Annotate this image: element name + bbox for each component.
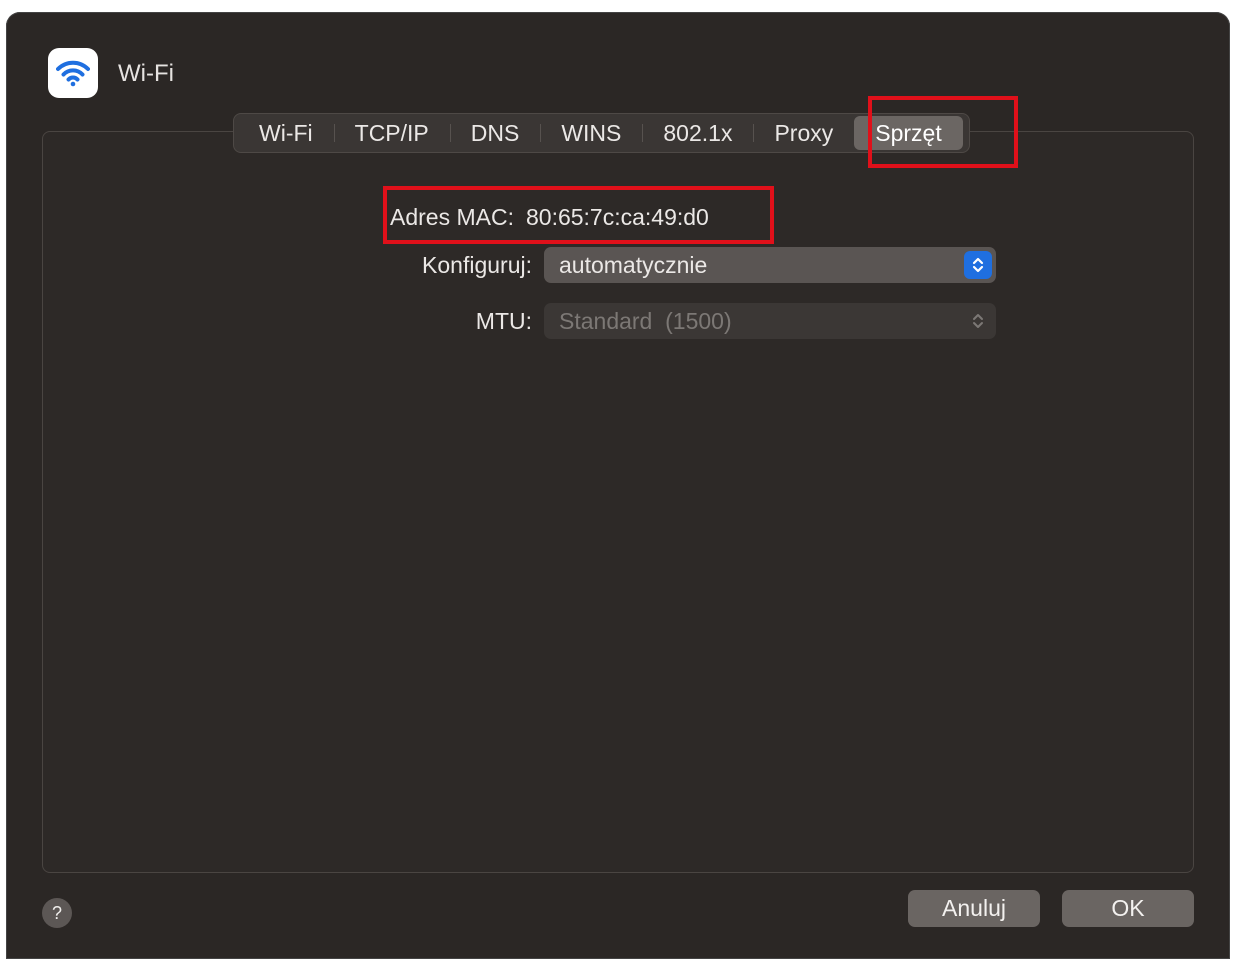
updown-chevron-icon (964, 251, 992, 279)
mac-address-row: Adres MAC: 80:65:7c:ca:49:d0 (390, 202, 709, 232)
tab-wifi[interactable]: Wi-Fi (238, 116, 334, 150)
help-button[interactable]: ? (42, 898, 72, 928)
tab-8021x[interactable]: 802.1x (642, 116, 753, 150)
mtu-selected-value: Standard (1500) (559, 307, 732, 334)
tab-tcpip[interactable]: TCP/IP (333, 116, 450, 150)
network-settings-window: Wi-Fi Wi-Fi TCP/IP DNS WINS 802.1x Proxy… (6, 12, 1230, 959)
tab-content-panel (42, 131, 1194, 873)
ok-button[interactable]: OK (1062, 890, 1194, 927)
updown-chevron-icon (964, 307, 992, 335)
tab-bar: Wi-Fi TCP/IP DNS WINS 802.1x Proxy Sprzę… (233, 113, 970, 153)
mtu-label: MTU: (475, 307, 532, 334)
tab-hardware[interactable]: Sprzęt (854, 116, 963, 150)
mtu-select: Standard (1500) (544, 303, 996, 339)
configure-select[interactable]: automatycznie (544, 247, 996, 283)
configure-label: Konfiguruj: (422, 251, 532, 278)
wifi-icon (48, 48, 98, 98)
mtu-row: MTU: Standard (1500) (404, 303, 996, 339)
mac-address-label: Adres MAC: (390, 203, 514, 230)
configure-selected-value: automatycznie (559, 251, 708, 278)
configure-row: Konfiguruj: automatycznie (404, 247, 996, 283)
mac-address-value: 80:65:7c:ca:49:d0 (525, 203, 709, 230)
tab-proxy[interactable]: Proxy (753, 116, 854, 150)
tab-dns[interactable]: DNS (449, 116, 541, 150)
window-title: Wi-Fi (118, 60, 174, 87)
tab-wins[interactable]: WINS (540, 116, 642, 150)
cancel-button[interactable]: Anuluj (908, 890, 1040, 927)
